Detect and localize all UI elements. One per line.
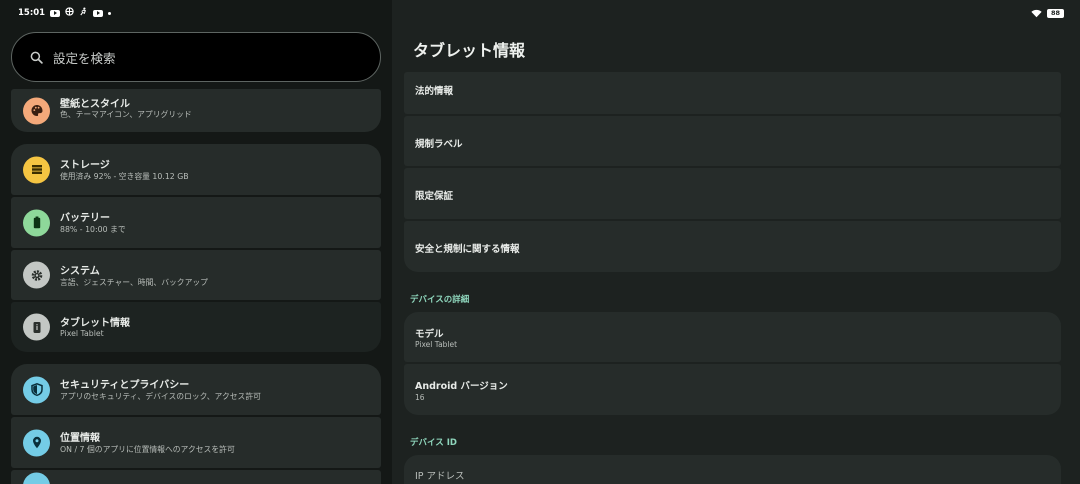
search-placeholder: 設定を検索 [53,50,116,66]
safety-regulatory-label: 安全と規制に関する情報 [415,244,520,255]
settings-item-subtitle: 言語、ジェスチャー、時間、バックアップ [60,278,208,287]
status-bar-left: 15:01 [18,7,112,19]
detail-pane: 88 タブレット情報 法的情報 規制ラベル 限定保証 安全と規制に関する情報 デ… [392,0,1080,484]
location-icon [23,429,50,456]
settings-item-next-icon [23,472,50,484]
regulatory-labels-item[interactable]: 規制ラベル [404,116,1061,166]
settings-item-tablet-info[interactable]: タブレット情報 Pixel Tablet [11,302,381,352]
settings-item-title: タブレット情報 [60,318,130,329]
safety-regulatory-item[interactable]: 安全と規制に関する情報 [404,221,1061,272]
settings-item-system[interactable]: システム 言語、ジェスチャー、時間、バックアップ [11,250,381,300]
settings-item-location[interactable]: 位置情報 ON / 7 個のアプリに位置情報へのアクセスを許可 [11,417,381,468]
limited-warranty-item[interactable]: 限定保証 [404,168,1061,219]
settings-item-title: ストレージ [60,160,110,171]
wifi-icon [1031,9,1042,18]
ip-address-item[interactable]: IP アドレス [404,455,1061,484]
limited-warranty-label: 限定保証 [415,191,454,202]
battery-icon [23,209,50,236]
settings-item-title: 壁紙とスタイル [60,99,130,110]
device-id-header: デバイス ID [410,438,457,448]
legal-info-label: 法的情報 [415,86,454,97]
running-notification-icon [79,7,88,19]
settings-item-title: セキュリティとプライバシー [60,380,190,391]
settings-item-subtitle: Pixel Tablet [60,329,104,338]
status-bar-right: 88 [1031,7,1064,19]
palette-icon [23,97,50,124]
storage-icon [23,156,50,183]
settings-item-title: 位置情報 [60,433,100,444]
tablet-icon [23,313,50,341]
regulatory-labels-label: 規制ラベル [415,139,463,150]
model-item[interactable]: モデル Pixel Tablet [404,312,1061,362]
settings-item-subtitle: 色、テーマアイコン、アプリグリッド [60,110,192,119]
legal-info-item[interactable]: 法的情報 [404,72,1061,114]
android-version-value: 16 [415,393,425,402]
settings-item-subtitle: ON / 7 個のアプリに位置情報へのアクセスを許可 [60,445,235,454]
android-version-item[interactable]: Android バージョン 16 [404,364,1061,415]
settings-item-title: システム [60,266,100,277]
settings-item-subtitle: 使用済み 92% - 空き容量 10.12 GB [60,172,189,181]
search-icon [30,51,43,64]
gear-icon [23,261,50,289]
settings-item-subtitle: アプリのセキュリティ、デバイスのロック、アクセス許可 [60,392,261,401]
search-input[interactable]: 設定を検索 [11,32,381,82]
android-version-label: Android バージョン [415,381,508,392]
device-details-header: デバイスの詳細 [410,295,470,305]
battery-indicator: 88 [1047,8,1064,18]
settings-item-next[interactable] [11,470,381,484]
shield-icon [23,376,50,403]
status-time: 15:01 [18,8,46,18]
model-value: Pixel Tablet [415,340,458,349]
settings-item-battery[interactable]: バッテリー 88% - 10:00 まで [11,197,381,248]
model-label: モデル [415,329,444,340]
settings-item-storage[interactable]: ストレージ 使用済み 92% - 空き容量 10.12 GB [11,144,381,195]
youtube-notification-icon [50,9,61,17]
more-notifications-icon [108,11,112,15]
accessibility-notification-icon [65,7,74,19]
page-title: タブレット情報 [413,41,526,60]
youtube-notification-icon [93,9,104,17]
settings-item-wallpaper[interactable]: 壁紙とスタイル 色、テーマアイコン、アプリグリッド [11,89,381,132]
settings-list-pane: 15:01 設定を検索 壁紙とスタイル 色、テーマアイコン、アプリグリッド スト… [0,0,392,484]
settings-item-title: バッテリー [60,213,110,224]
ip-address-label: IP アドレス [415,471,465,482]
settings-item-security[interactable]: セキュリティとプライバシー アプリのセキュリティ、デバイスのロック、アクセス許可 [11,364,381,415]
settings-item-subtitle: 88% - 10:00 まで [60,225,126,234]
